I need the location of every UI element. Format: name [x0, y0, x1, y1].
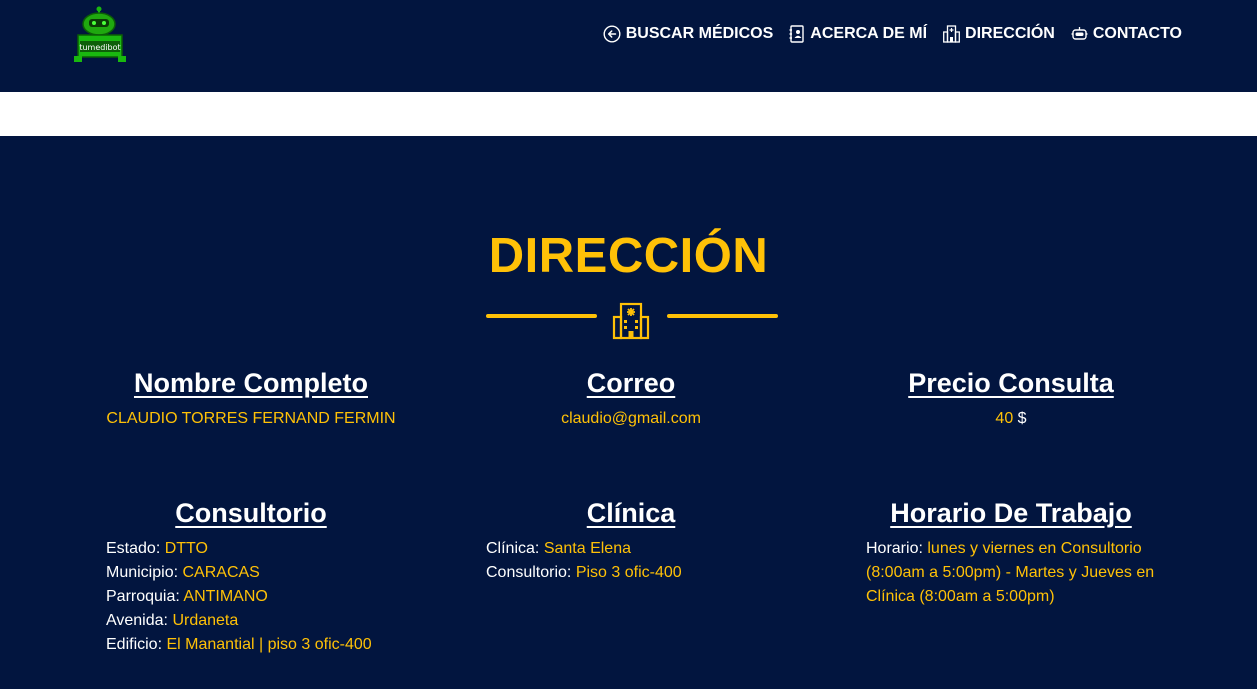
contact-card-icon — [789, 25, 804, 43]
precio-consulta-block: Precio Consulta 40 $ — [861, 367, 1161, 428]
consultorio-row-edificio: Edificio: El Manantial | piso 3 ofic-400 — [106, 633, 401, 657]
consultorio-row-municipio: Municipio: CARACAS — [106, 561, 401, 585]
horario-details: Horario: lunes y viernes en Consultorio … — [861, 537, 1161, 609]
precio-currency: $ — [1017, 410, 1027, 427]
nombre-completo-value: CLAUDIO TORRES FERNAND FERMIN — [106, 410, 396, 427]
arrow-left-circle-icon — [603, 25, 621, 43]
consultorio-row-parroquia: Parroquia: ANTIMANO — [106, 585, 401, 609]
nombre-completo-block: Nombre Completo CLAUDIO TORRES FERNAND F… — [101, 367, 401, 428]
consultorio-row-estado: Estado: DTTO — [106, 537, 401, 561]
logo-text: tumedibot — [79, 43, 120, 52]
nav-label: CONTACTO — [1092, 25, 1182, 42]
row-key: Municipio: — [106, 564, 179, 581]
main-nav: BUSCAR MÉDICOS ACERCA DE MÍ DIRECCIÓN CO… — [603, 23, 1182, 45]
clinica-row-consultorio: Consultorio: Piso 3 ofic-400 — [486, 561, 781, 585]
nav-label: ACERCA DE MÍ — [810, 25, 928, 42]
precio-amount: 40 — [995, 410, 1014, 427]
row-value: Piso 3 ofic-400 — [575, 564, 682, 581]
consultorio-heading: Consultorio — [175, 498, 327, 528]
consultorio-row-avenida: Avenida: Urdaneta — [106, 609, 401, 633]
row-value: DTTO — [164, 540, 208, 557]
divider-line-right — [667, 314, 778, 318]
precio-consulta-value: 40 $ — [861, 410, 1161, 428]
white-band — [0, 92, 1257, 136]
clinica-row-clinica: Clínica: Santa Elena — [486, 537, 781, 561]
tumedibot-logo[interactable]: tumedibot — [70, 6, 128, 64]
nav-label: DIRECCIÓN — [965, 25, 1055, 42]
row-value: Santa Elena — [543, 540, 631, 557]
row-value: Urdaneta — [172, 612, 239, 629]
robot-logo-icon: tumedibot — [74, 6, 126, 62]
consultorio-block: Consultorio Estado: DTTO Municipio: CARA… — [101, 497, 401, 657]
row-key: Consultorio: — [486, 564, 572, 581]
row-key: Estado: — [106, 540, 161, 557]
row-key: Clínica: — [486, 540, 540, 557]
row-key: Parroquia: — [106, 588, 180, 605]
row-value: CARACAS — [182, 564, 260, 581]
nombre-completo-heading: Nombre Completo — [133, 368, 368, 398]
nav-item-direccion[interactable]: DIRECCIÓN — [943, 23, 1055, 45]
row-key: Edificio: — [106, 636, 163, 653]
nav-item-buscar-medicos[interactable]: BUSCAR MÉDICOS — [603, 23, 774, 45]
navbar: tumedibot BUSCAR MÉDICOS ACERCA DE MÍ DI… — [0, 0, 1257, 92]
divider-line-left — [486, 314, 597, 318]
horario-key: Horario: — [866, 540, 923, 557]
horario-block: Horario De Trabajo Horario: lunes y vier… — [861, 497, 1161, 609]
hospital-building-icon — [943, 25, 960, 43]
nav-item-acerca-de-mi[interactable]: ACERCA DE MÍ — [789, 23, 927, 45]
correo-heading: Correo — [586, 368, 676, 398]
row-value: ANTIMANO — [183, 588, 268, 605]
clinica-block: Clínica Clínica: Santa Elena Consultorio… — [481, 497, 781, 585]
robot-icon — [1071, 27, 1088, 40]
clinica-heading: Clínica — [586, 498, 676, 528]
consultorio-details: Estado: DTTO Municipio: CARACAS Parroqui… — [101, 537, 401, 657]
row-key: Avenida: — [106, 612, 168, 629]
correo-value: claudio@gmail.com — [561, 410, 701, 427]
horario-heading: Horario De Trabajo — [890, 498, 1132, 528]
clinica-details: Clínica: Santa Elena Consultorio: Piso 3… — [481, 537, 781, 585]
section-title: DIRECCIÓN — [488, 229, 769, 283]
nav-label: BUSCAR MÉDICOS — [625, 25, 774, 42]
row-value: El Manantial | piso 3 ofic-400 — [166, 636, 372, 653]
title-divider — [486, 300, 778, 340]
hospital-building-icon — [612, 302, 650, 340]
precio-consulta-heading: Precio Consulta — [908, 368, 1114, 398]
correo-block: Correo claudio@gmail.com — [481, 367, 781, 428]
nav-item-contacto[interactable]: CONTACTO — [1071, 23, 1182, 45]
